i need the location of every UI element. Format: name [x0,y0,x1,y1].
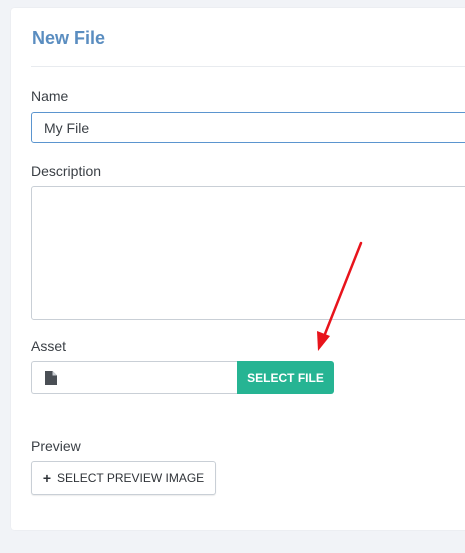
description-label: Description [31,163,102,179]
description-textarea[interactable] [31,186,465,320]
header-divider [31,66,465,67]
asset-file-field[interactable] [31,361,238,394]
name-label: Name [31,88,69,104]
file-icon [45,371,57,385]
asset-label: Asset [31,338,67,354]
preview-label: Preview [31,438,81,454]
page-title: New File [32,28,106,48]
name-input[interactable] [31,112,465,143]
select-preview-image-label: SELECT PREVIEW IMAGE [57,471,205,485]
new-file-panel: New File Name Description Asset SELECT F… [11,8,465,530]
select-preview-image-button[interactable]: + SELECT PREVIEW IMAGE [31,461,216,495]
select-file-button[interactable]: SELECT FILE [237,361,334,394]
plus-icon: + [42,470,52,486]
